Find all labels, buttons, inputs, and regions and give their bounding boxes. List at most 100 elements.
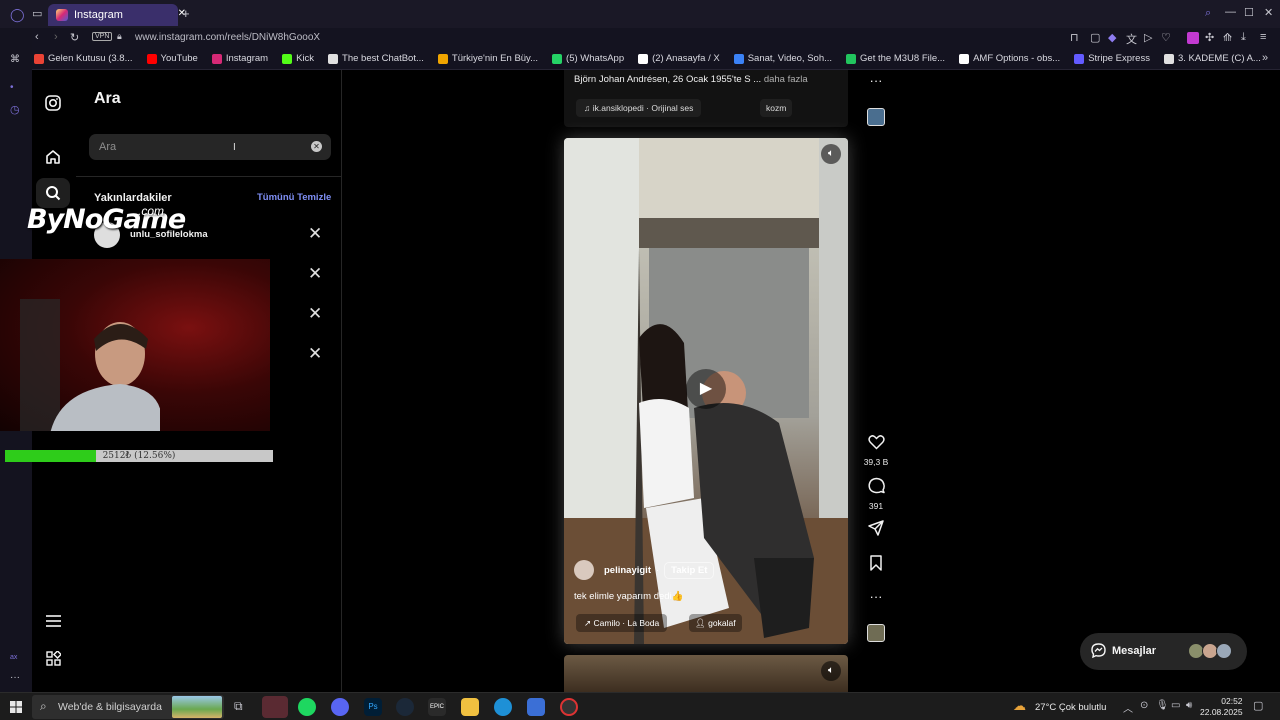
remove-recent-icon[interactable]: ✕	[308, 344, 322, 364]
history-icon[interactable]: ◷	[10, 103, 20, 116]
messages-button[interactable]: Mesajlar	[1080, 633, 1247, 670]
url-text[interactable]: www.instagram.com/reels/DNiW8hGoooX	[135, 32, 320, 43]
reel-tagged-user[interactable]: 👤︎ gokalaf	[689, 614, 742, 632]
maximize-icon[interactable]: ☐	[1244, 6, 1254, 19]
volume-icon[interactable]: 🔈︎	[821, 661, 841, 681]
bookmark-chatbot[interactable]: The best ChatBot...	[328, 53, 424, 64]
lock-icon[interactable]: 🔒︎	[117, 31, 122, 42]
author-avatar[interactable]	[574, 560, 594, 580]
new-tab-icon[interactable]: +	[182, 6, 190, 21]
reel-audio[interactable]: ↗ Camilo · La Boda	[576, 614, 668, 632]
task-view-icon[interactable]: ⧉	[234, 699, 243, 714]
bookmark-gmail[interactable]: Gelen Kutusu (3.8...	[34, 53, 133, 64]
bookmark-youtube[interactable]: YouTube	[146, 53, 198, 64]
taskbar-search-box[interactable]: ⌕ Web'de & bilgisayarda	[32, 695, 224, 719]
reel-prev-audio[interactable]: ♫ ik.ansiklopedi · Orijinal ses	[576, 99, 702, 117]
next-reel[interactable]: 🔈︎	[564, 655, 848, 692]
minimize-icon[interactable]: —	[1225, 6, 1236, 18]
forward-icon[interactable]: ›	[54, 31, 58, 43]
opera-logo-icon[interactable]: ◯	[10, 7, 25, 23]
tray-chevron-icon[interactable]: ︿	[1123, 700, 1133, 715]
snapshot-icon[interactable]: ▢	[1090, 31, 1100, 44]
spotify-icon[interactable]	[298, 698, 316, 716]
more-options-icon[interactable]: ···	[862, 589, 890, 604]
bookmark-x[interactable]: (2) Anasayfa / X	[638, 53, 720, 64]
bookmark-sanat[interactable]: Sanat, Video, Soh...	[733, 53, 832, 64]
previous-reel[interactable]: Björn Johan Andrésen, 26 Ocak 1955'te S …	[564, 70, 848, 127]
comment-button[interactable]: 391	[862, 477, 890, 511]
easy-setup-icon[interactable]: ⟰	[1223, 31, 1232, 44]
steam-icon[interactable]	[396, 698, 414, 716]
tab-islands-icon[interactable]: ▭	[32, 7, 42, 20]
bookmark-instagram[interactable]: Instagram	[211, 53, 268, 64]
prev-more-options-icon[interactable]: ···	[862, 73, 890, 88]
prev-audio-thumbnail[interactable]	[867, 108, 885, 126]
discord-icon[interactable]	[331, 698, 349, 716]
bookmark-kademe[interactable]: 3. KADEME (C) A...	[1163, 53, 1261, 64]
puzzle-icon[interactable]: ✣	[1205, 31, 1214, 44]
vpn-shield-icon[interactable]: ◆	[1108, 31, 1116, 44]
edge-icon[interactable]	[494, 698, 512, 716]
flows-icon[interactable]: ⌘	[10, 54, 20, 65]
dot-icon[interactable]: •	[10, 82, 14, 93]
bookmark-whatsapp[interactable]: (5) WhatsApp	[552, 53, 624, 64]
current-reel-video[interactable]: 🔈︎ ▶ pelinayigit · Takip Et tek elimle y…	[564, 138, 848, 644]
download-icon[interactable]: ⤓	[1241, 31, 1246, 44]
clear-search-icon[interactable]: ✕	[311, 141, 322, 152]
volume-icon[interactable]: 🔈︎	[821, 144, 841, 164]
audio-thumbnail[interactable]	[867, 624, 885, 642]
translate-icon[interactable]: 文	[1126, 31, 1137, 47]
search-input[interactable]	[99, 134, 299, 160]
weather-text[interactable]: 27°C Çok bulutlu	[1035, 702, 1106, 713]
share-button[interactable]	[862, 520, 890, 541]
obs-icon[interactable]	[560, 698, 578, 716]
notifications-icon[interactable]: ▢	[1253, 699, 1263, 712]
bookmark-amf[interactable]: AMF Options - obs...	[959, 53, 1060, 64]
menu-icon[interactable]: ≡	[1260, 31, 1266, 43]
tray-app-icon[interactable]: ⊙	[1140, 700, 1148, 711]
follow-button[interactable]: Takip Et	[664, 561, 715, 579]
back-icon[interactable]: ‹	[35, 31, 39, 43]
store-icon[interactable]	[527, 698, 545, 716]
weather-icon[interactable]: ☁︎	[1013, 698, 1026, 714]
more-menu-icon[interactable]	[46, 614, 61, 628]
opera-taskbar-icon[interactable]	[262, 696, 288, 718]
bookmarks-more-icon[interactable]: »	[1262, 52, 1268, 64]
network-icon[interactable]: ▭	[1171, 700, 1180, 711]
volume-icon[interactable]: 🔊︎	[1186, 700, 1192, 711]
windows-start-icon[interactable]	[10, 701, 22, 713]
save-button[interactable]	[862, 555, 890, 576]
search-tabs-icon[interactable]: ⌕	[1205, 7, 1211, 20]
remove-recent-icon[interactable]: ✕	[308, 304, 322, 324]
home-icon[interactable]	[45, 149, 61, 165]
instagram-logo-icon[interactable]	[45, 95, 61, 111]
author-username[interactable]: pelinayigit	[604, 565, 651, 576]
aria-icon[interactable]: ax	[10, 654, 17, 661]
also-from-meta-icon[interactable]	[46, 651, 61, 666]
file-explorer-icon[interactable]	[461, 698, 479, 716]
reel-prev-more-link[interactable]: daha fazla	[764, 74, 808, 85]
reel-prev-tag[interactable]: kozm	[760, 99, 793, 117]
bookmark-stripe[interactable]: Stripe Express	[1074, 53, 1150, 64]
search-box[interactable]: I ✕	[89, 134, 331, 160]
extension-icon[interactable]: ⊓	[1070, 31, 1079, 44]
like-button[interactable]: 39,3 B	[862, 434, 890, 467]
microphone-icon[interactable]: 🎙︎	[1156, 700, 1169, 711]
clear-all-link[interactable]: Tümünü Temizle	[257, 192, 331, 203]
tab-instagram[interactable]: Instagram ✕	[48, 4, 186, 26]
play-icon[interactable]: ▷	[1144, 31, 1152, 44]
epic-games-icon[interactable]: EPIC	[428, 698, 446, 716]
heart-icon[interactable]: ♡	[1161, 31, 1171, 44]
bookmark-m3u8[interactable]: Get the M3U8 File...	[846, 53, 945, 64]
bookmark-turkiye[interactable]: Türkiye'nin En Büy...	[437, 53, 538, 64]
bookmark-kick[interactable]: Kick	[282, 53, 314, 64]
taskbar-clock[interactable]: 02:52 22.08.2025	[1200, 696, 1243, 718]
profile-extension-icon[interactable]	[1187, 32, 1199, 44]
close-window-icon[interactable]: ✕	[1264, 6, 1273, 19]
more-dots-icon[interactable]: ···	[10, 672, 20, 683]
vpn-badge[interactable]: VPN	[92, 32, 113, 41]
remove-recent-icon[interactable]: ✕	[308, 224, 322, 244]
reload-icon[interactable]: ↻	[70, 31, 79, 44]
photoshop-icon[interactable]: Ps	[364, 698, 382, 716]
play-button[interactable]: ▶	[686, 369, 726, 409]
